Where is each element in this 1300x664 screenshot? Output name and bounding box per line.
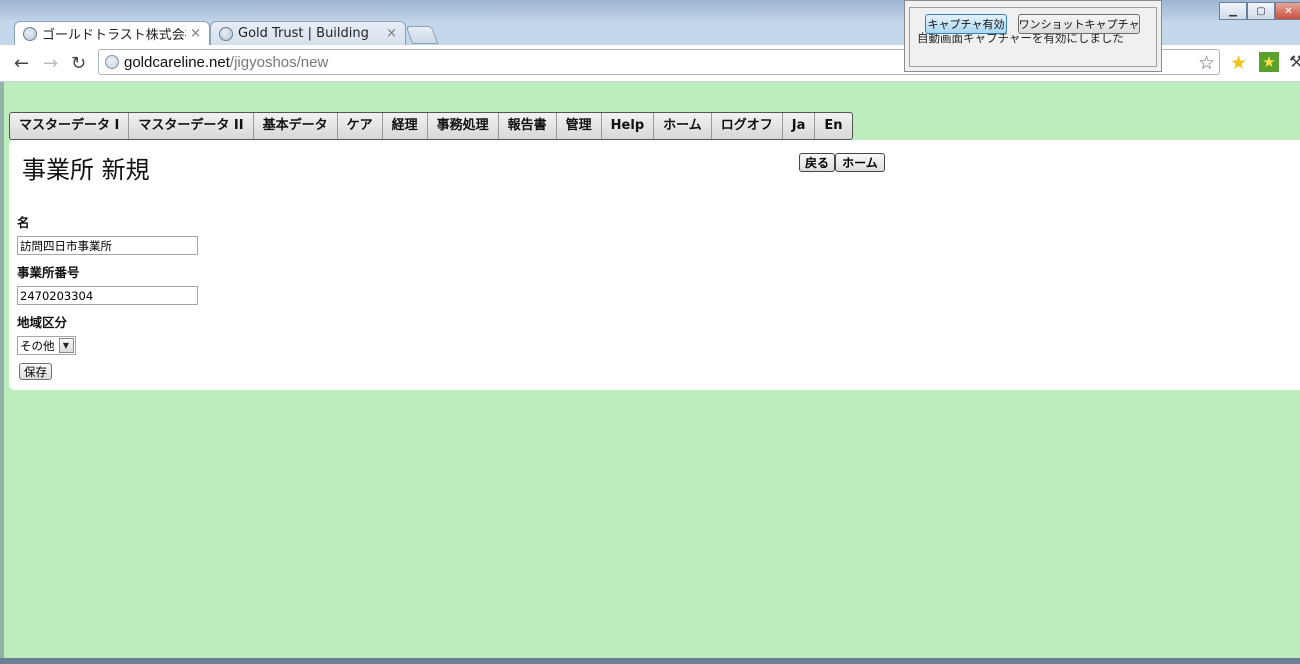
- menu-item-en[interactable]: En: [815, 113, 851, 139]
- menu-item-office[interactable]: 事務処理: [428, 113, 499, 139]
- page-title: 事業所 新規: [22, 156, 150, 184]
- star-outline-icon[interactable]: ☆: [1198, 52, 1215, 74]
- new-tab-button[interactable]: [405, 26, 439, 44]
- menu-item-ja[interactable]: Ja: [783, 113, 816, 139]
- close-window-button[interactable]: ✕: [1275, 2, 1300, 20]
- tab-goldtrust[interactable]: ゴールドトラスト株式会社 ×: [14, 21, 210, 45]
- office-number-field[interactable]: [17, 286, 198, 305]
- menu-item-logoff[interactable]: ログオフ: [712, 113, 783, 139]
- menu-item-admin[interactable]: 管理: [557, 113, 602, 139]
- save-button[interactable]: 保存: [19, 363, 52, 380]
- wrench-icon[interactable]: ⚒: [1289, 52, 1300, 71]
- globe-icon: [219, 26, 233, 41]
- name-label: 名: [17, 215, 30, 230]
- window-bottom-edge: [0, 658, 1300, 664]
- back-button[interactable]: 戻る: [799, 153, 835, 172]
- home-button[interactable]: ホーム: [835, 153, 885, 172]
- menu-item-home[interactable]: ホーム: [654, 113, 712, 139]
- maximize-button[interactable]: ▢: [1247, 2, 1275, 20]
- reload-icon[interactable]: ↻: [71, 53, 86, 74]
- window-left-edge: [0, 82, 4, 658]
- page-body: マスターデータ I マスターデータ II 基本データ ケア 経理 事務処理 報告…: [0, 82, 1300, 658]
- capture-popup: 自動画面キャプチャーを有効にしました キャプチャ有効 ワンショットキャプチャ: [904, 0, 1162, 72]
- url-host: goldcareline.net: [124, 53, 230, 71]
- tab-close-icon[interactable]: ×: [386, 26, 397, 41]
- region-label: 地域区分: [17, 315, 68, 330]
- menu-item-basic-data[interactable]: 基本データ: [254, 113, 338, 139]
- menu-item-master-1[interactable]: マスターデータ I: [10, 113, 130, 139]
- menu-item-reports[interactable]: 報告書: [499, 113, 557, 139]
- tab-building[interactable]: Gold Trust | Building ×: [210, 21, 406, 45]
- star-icon[interactable]: ★: [1230, 52, 1247, 74]
- minimize-button[interactable]: ▁: [1219, 2, 1247, 20]
- region-select[interactable]: その他 ▼: [17, 336, 76, 355]
- page-icon: [105, 55, 119, 69]
- menu-item-accounting[interactable]: 経理: [383, 113, 428, 139]
- name-field[interactable]: [17, 236, 198, 255]
- browser-window: ▁ ▢ ✕ ゴールドトラスト株式会社 × Gold Trust | Buildi…: [0, 0, 1300, 664]
- oneshot-capture-button[interactable]: ワンショットキャプチャ: [1018, 14, 1140, 34]
- form-panel: 事業所 新規 戻る ホーム 名 事業所番号 地域区分 その他 ▼ 保存: [9, 140, 1300, 390]
- globe-icon: [23, 26, 37, 41]
- menu-item-help[interactable]: Help: [602, 113, 655, 139]
- tab-label: Gold Trust | Building: [238, 26, 369, 41]
- region-select-value: その他: [20, 338, 55, 353]
- menu-item-care[interactable]: ケア: [338, 113, 383, 139]
- tab-close-icon[interactable]: ×: [190, 26, 201, 41]
- capture-enable-button[interactable]: キャプチャ有効: [925, 14, 1007, 34]
- chevron-down-icon[interactable]: ▼: [58, 338, 74, 353]
- office-number-label: 事業所番号: [17, 265, 80, 280]
- arrow-right-icon[interactable]: →: [43, 53, 58, 74]
- arrow-left-icon[interactable]: ←: [14, 53, 29, 74]
- main-menu: マスターデータ I マスターデータ II 基本データ ケア 経理 事務処理 報告…: [9, 112, 853, 140]
- url-path: /jigyoshos/new: [229, 53, 329, 71]
- green-star-icon[interactable]: ★: [1259, 52, 1279, 72]
- tab-label: ゴールドトラスト株式会社: [42, 28, 187, 43]
- menu-item-master-2[interactable]: マスターデータ II: [129, 113, 254, 139]
